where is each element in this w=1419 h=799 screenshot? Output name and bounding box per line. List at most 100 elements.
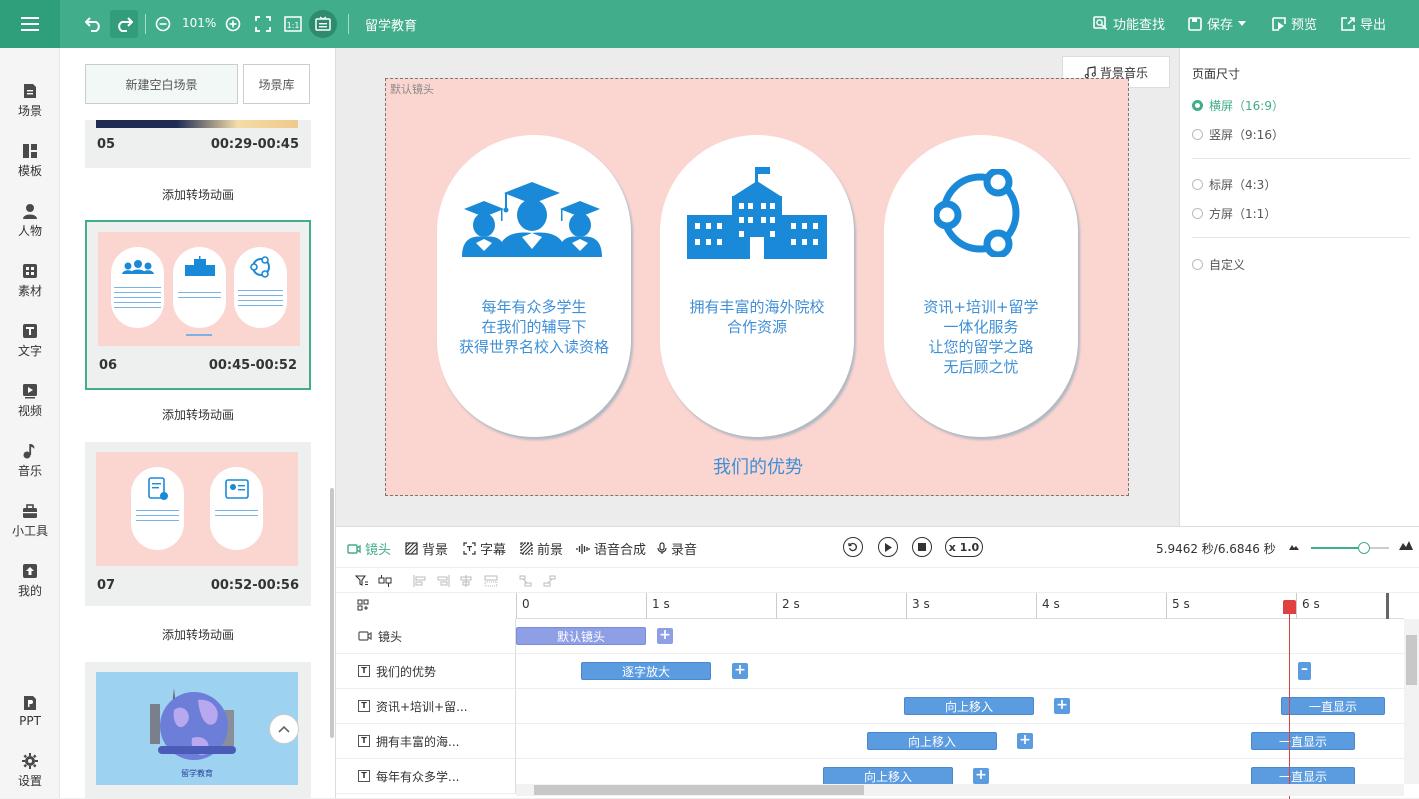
scene-panel-scrollbar[interactable]	[330, 488, 334, 738]
ruler-label: 6 s	[1302, 597, 1320, 611]
stage[interactable]: 默认镜头 每年有众多学生 在我们的辅导下 获得世界名校入读资格 拥有丰富的海外院…	[385, 78, 1129, 496]
tab-subtitle[interactable]: 字幕	[463, 539, 506, 558]
track-header[interactable]: T 拥有丰富的海...	[336, 724, 516, 759]
animation-block[interactable]: 向上移入	[867, 732, 997, 750]
scene-card-07[interactable]: 07 00:52-00:56	[85, 442, 311, 606]
text-layer-icon: T	[358, 770, 370, 782]
playback-speed-button[interactable]: x 1.0	[945, 537, 983, 557]
slider-knob[interactable]	[1358, 542, 1371, 554]
scroll-top-button[interactable]	[269, 714, 299, 744]
timeline-zoom-slider[interactable]	[1311, 542, 1389, 554]
animation-block[interactable]: 一直显示	[1251, 767, 1355, 785]
horizontal-scrollbar[interactable]	[534, 785, 864, 795]
advantage-card-services[interactable]: 资讯+培训+留学 一体化服务 让您的留学之路 无后顾之忧	[884, 135, 1078, 437]
new-blank-scene-button[interactable]: 新建空白场景	[85, 64, 238, 104]
track-header[interactable]: T 资讯+培训+留...	[336, 689, 516, 724]
undo-icon[interactable]	[80, 10, 108, 38]
nav-item-mine[interactable]: 我的	[0, 556, 60, 606]
animation-block[interactable]: 向上移入	[904, 697, 1034, 715]
nav-item-video[interactable]: 视频	[0, 376, 60, 426]
track-header[interactable]: T 我们的优势	[336, 654, 516, 689]
fullscreen-icon[interactable]	[253, 10, 273, 38]
nav-item-ppt[interactable]: PPT	[0, 686, 60, 736]
stop-button[interactable]	[912, 537, 932, 557]
tab-tts[interactable]: 语音合成	[576, 539, 646, 558]
nav-item-material[interactable]: 素材	[0, 256, 60, 306]
zoom-in-icon[interactable]	[223, 10, 243, 38]
scene-card-06[interactable]: 06 00:45-00:52	[85, 220, 311, 390]
zoom-out-timeline-icon[interactable]	[1289, 543, 1299, 550]
add-animation-button[interactable]: +	[1017, 733, 1033, 749]
track-lane[interactable]: 逐字放大 + –	[516, 654, 1404, 689]
grid-settings-icon[interactable]	[357, 599, 369, 611]
export-button[interactable]: 导出	[1341, 14, 1386, 33]
material-icon	[23, 264, 37, 278]
nav-item-person[interactable]: 人物	[0, 196, 60, 246]
radio-standard-4-3[interactable]: 标屏（4:3）	[1192, 176, 1276, 193]
filter-icon[interactable]	[355, 574, 369, 588]
advantage-card-resources[interactable]: 拥有丰富的海外院校 合作资源	[660, 135, 854, 437]
text-layer-icon: T	[358, 700, 370, 712]
radio-portrait-9-16[interactable]: 竖屏（9:16）	[1192, 126, 1284, 143]
tab-camera[interactable]: 镜头	[347, 539, 391, 558]
zoom-out-icon[interactable]	[153, 10, 173, 38]
animation-block[interactable]: 逐字放大	[581, 662, 711, 680]
track-lane[interactable]: 向上移入 一直显示 +	[516, 689, 1404, 724]
tab-record[interactable]: 录音	[657, 539, 697, 558]
nav-item-settings[interactable]: 设置	[0, 746, 60, 796]
radio-dot	[1192, 100, 1203, 111]
redo-icon[interactable]	[110, 10, 138, 38]
nav-item-scene[interactable]: 场景	[0, 76, 60, 126]
page-size-title: 页面尺寸	[1192, 67, 1241, 81]
time-ruler[interactable]: 0 1 s 2 s 3 s 4 s 5 s 6 s	[516, 593, 1404, 619]
export-icon	[1341, 16, 1355, 31]
animation-block[interactable]: 默认镜头	[516, 627, 646, 645]
scene-library-button[interactable]: 场景库	[243, 64, 310, 104]
add-animation-button[interactable]: +	[732, 663, 748, 679]
tab-background[interactable]: 背景	[405, 539, 448, 558]
track-header[interactable]: 镜头	[336, 619, 516, 654]
add-animation-button[interactable]: +	[657, 628, 673, 644]
add-transition-link[interactable]: 添加转场动画	[85, 406, 311, 423]
nav-item-music[interactable]: 音乐	[0, 436, 60, 486]
align-right-icon	[437, 575, 450, 587]
zoom-level: 101%	[182, 16, 217, 30]
collapse-animation-button[interactable]: –	[1298, 662, 1311, 680]
play-button[interactable]	[878, 537, 898, 557]
advantage-card-students[interactable]: 每年有众多学生 在我们的辅导下 获得世界名校入读资格	[437, 135, 631, 437]
stagger-left-icon	[519, 575, 532, 587]
tab-foreground[interactable]: 前景	[520, 539, 563, 558]
nav-item-text[interactable]: 文字	[0, 316, 60, 366]
tab-label: 背景	[422, 543, 449, 558]
add-animation-button[interactable]: +	[973, 768, 989, 784]
animation-block[interactable]: 一直显示	[1281, 697, 1385, 715]
add-animation-button[interactable]: +	[1054, 698, 1070, 714]
radio-custom[interactable]: 自定义	[1192, 256, 1245, 273]
chevron-up-icon	[278, 725, 290, 733]
slide-title[interactable]: 我们的优势	[386, 453, 1130, 479]
replay-button[interactable]	[843, 537, 863, 557]
add-transition-link[interactable]: 添加转场动画	[85, 626, 311, 643]
animation-block[interactable]: 向上移入	[823, 767, 953, 785]
text-layer-icon: T	[358, 735, 370, 747]
nav-item-toolbox[interactable]: 小工具	[0, 496, 60, 546]
preview-button[interactable]: 预览	[1272, 14, 1317, 33]
scene-card-05[interactable]: 05 00:29-00:45	[85, 120, 311, 168]
add-transition-link[interactable]: 添加转场动画	[85, 186, 311, 203]
track-header[interactable]: T 每年有众多学...	[336, 759, 516, 794]
radio-square-1-1[interactable]: 方屏（1:1）	[1192, 205, 1276, 222]
animation-block[interactable]: 一直显示	[1251, 732, 1355, 750]
radio-dot	[1192, 129, 1203, 140]
subtitle-toggle-icon[interactable]	[309, 10, 337, 38]
save-button[interactable]: 保存	[1188, 14, 1247, 33]
playhead-handle[interactable]	[1283, 600, 1296, 614]
actual-size-icon[interactable]: 1:1	[283, 10, 303, 38]
vertical-scrollbar[interactable]	[1406, 635, 1417, 685]
track-lane[interactable]: 向上移入 一直显示 +	[516, 724, 1404, 759]
menu-icon[interactable]	[0, 0, 60, 48]
radio-landscape-16-9[interactable]: 横屏（16:9）	[1192, 97, 1284, 114]
nav-item-template[interactable]: 模板	[0, 136, 60, 186]
find-button[interactable]: 功能查找	[1093, 14, 1165, 33]
track-lane[interactable]: 默认镜头 +	[516, 619, 1404, 654]
layers-icon[interactable]	[378, 574, 392, 588]
